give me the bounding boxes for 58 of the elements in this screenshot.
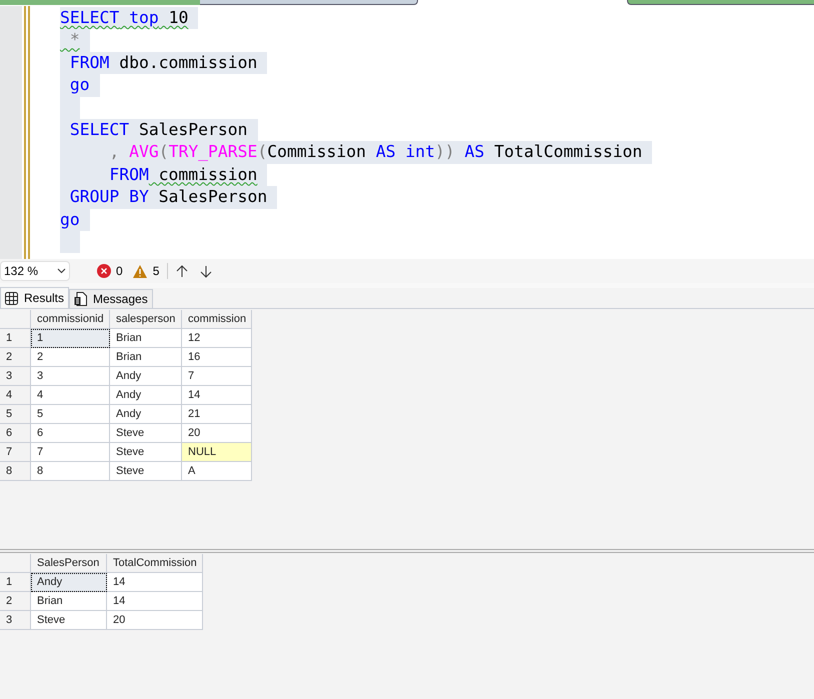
table-cell: 20	[107, 611, 203, 630]
tab[interactable]: Results	[0, 287, 70, 308]
table-cell: 16	[182, 348, 252, 367]
table-cell: Andy	[110, 386, 182, 405]
table-cell: Brian	[110, 329, 182, 348]
table-cell: Andy	[31, 573, 107, 592]
warning-count: 5	[152, 263, 160, 280]
table-cell: 14	[107, 592, 203, 611]
table-cell: Andy	[110, 405, 182, 424]
error-count: 0	[116, 263, 123, 280]
table-cell: A	[182, 462, 252, 481]
row-number[interactable]: 1	[0, 329, 31, 348]
table-cell: 5	[31, 405, 110, 424]
table-cell: 1	[31, 329, 110, 348]
tab[interactable]: Messages	[69, 289, 153, 308]
table-cell: 14	[182, 386, 252, 405]
table-cell: NULL	[182, 443, 252, 462]
arrow-down-icon[interactable]	[200, 264, 212, 278]
row-number[interactable]: 5	[0, 405, 31, 424]
warning-icon	[132, 264, 147, 278]
document-icon	[74, 292, 88, 306]
grid-icon	[5, 292, 18, 304]
row-number[interactable]: 2	[0, 348, 31, 367]
row-number[interactable]: 8	[0, 462, 31, 481]
table-cell: Andy	[110, 367, 182, 386]
table-cell: 14	[107, 573, 203, 592]
column-header[interactable]: salesperson	[110, 310, 182, 329]
row-number[interactable]: 2	[0, 592, 31, 611]
table-cell: Steve	[110, 424, 182, 443]
column-header[interactable]: commissionid	[31, 310, 110, 329]
row-number[interactable]: 7	[0, 443, 31, 462]
table-cell: 7	[182, 367, 252, 386]
row-number[interactable]: 3	[0, 611, 31, 630]
table-cell: 12	[182, 329, 252, 348]
table-cell: 20	[182, 424, 252, 443]
arrow-up-icon[interactable]	[176, 264, 188, 278]
table-cell: 3	[31, 367, 110, 386]
table-cell: Steve	[110, 443, 182, 462]
row-number[interactable]: 6	[0, 424, 31, 443]
column-header[interactable]: TotalCommission	[107, 554, 203, 573]
zoom-dropdown[interactable]: 132 %	[0, 261, 70, 281]
table-cell: Steve	[110, 462, 182, 481]
table-cell: 7	[31, 443, 110, 462]
table-cell: 2	[31, 348, 110, 367]
column-header[interactable]: commission	[182, 310, 252, 329]
table-cell: 21	[182, 405, 252, 424]
row-number[interactable]: 1	[0, 573, 31, 592]
error-icon	[97, 264, 111, 278]
row-number[interactable]: 4	[0, 386, 31, 405]
table-cell: 4	[31, 386, 110, 405]
table-cell: 8	[31, 462, 110, 481]
table-cell: Steve	[31, 611, 107, 630]
row-number[interactable]: 3	[0, 367, 31, 386]
chevron-down-icon	[57, 268, 66, 274]
table-cell: Brian	[31, 592, 107, 611]
column-header[interactable]: SalesPerson	[31, 554, 107, 573]
table-cell: 6	[31, 424, 110, 443]
table-cell: Brian	[110, 348, 182, 367]
